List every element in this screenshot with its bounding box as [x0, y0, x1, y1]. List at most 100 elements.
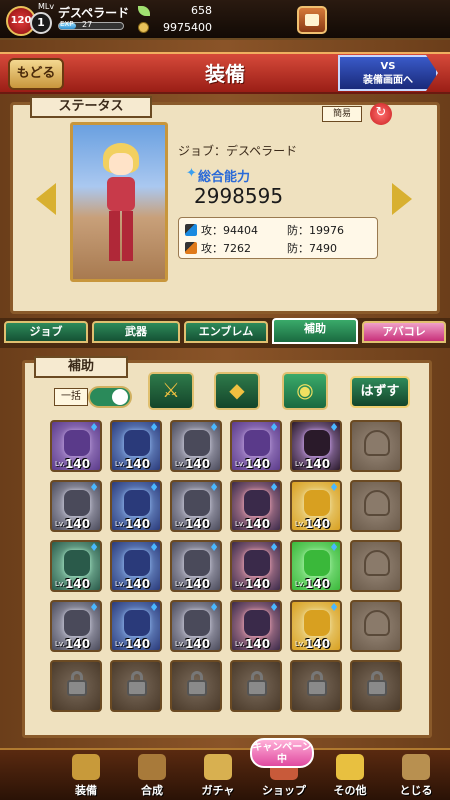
empty-helmet-slot[interactable] [350, 480, 402, 532]
equipment-slot[interactable]: ♦ Lv. 140 [50, 540, 102, 592]
prev-character-arrow-icon[interactable] [36, 183, 56, 215]
stat-box: 攻：94404 防：19976 攻：7262 防：7490 [178, 217, 378, 259]
level-tag: Lv. [295, 520, 305, 528]
equipment-slot[interactable]: ♦ Lv. 140 [290, 600, 342, 652]
campaign-badge[interactable]: キャンペーン中 [250, 738, 314, 768]
level-value: 140 [125, 517, 151, 531]
equipment-slot[interactable]: ♦ Lv. 140 [230, 480, 282, 532]
locked-slot[interactable] [170, 660, 222, 712]
level-value: 140 [65, 637, 91, 651]
equipment-slot[interactable]: ♦ Lv. 140 [230, 540, 282, 592]
tab-job[interactable]: ジョブ [4, 321, 88, 343]
equipment-icon [244, 430, 270, 456]
filter-helmet-button[interactable]: ◉ [282, 372, 328, 410]
empty-helmet-slot[interactable] [350, 420, 402, 472]
simple-toggle-button[interactable]: 簡易 [322, 106, 362, 122]
nav-equip[interactable]: 装備 [58, 748, 114, 800]
equipment-icon [64, 490, 90, 516]
level-value: 140 [245, 517, 271, 531]
nav-other[interactable]: その他 [322, 748, 378, 800]
character-face [109, 153, 133, 175]
lock-icon [307, 680, 327, 696]
level-value: 140 [185, 637, 211, 651]
equipment-slot[interactable]: ♦ Lv. 140 [170, 600, 222, 652]
sword-stat-icon [185, 224, 197, 236]
rarity-icon: ♦ [89, 481, 99, 494]
staff-stat-icon [185, 242, 197, 254]
empty-helmet-slot[interactable] [350, 600, 402, 652]
equipment-slot[interactable]: ♦ Lv. 140 [290, 540, 342, 592]
bulk-toggle[interactable] [88, 386, 132, 408]
equipment-icon [64, 610, 90, 636]
equipment-slot[interactable]: ♦ Lv. 140 [110, 420, 162, 472]
tab-support[interactable]: 補助 [272, 318, 358, 344]
equipment-slot[interactable]: ♦ Lv. 140 [50, 600, 102, 652]
equipment-icon [124, 550, 150, 576]
level-tag: Lv. [295, 460, 305, 468]
equipment-icon [184, 610, 210, 636]
level-tag: Lv. [235, 520, 245, 528]
rarity-icon: ♦ [209, 421, 219, 434]
helmet-silhouette-icon [364, 610, 390, 636]
player-name: デスペラード [58, 6, 130, 20]
equipment-slot[interactable]: ♦ Lv. 140 [170, 480, 222, 532]
sub-defense: 防：7490 [287, 242, 337, 255]
tab-avatar-collection[interactable]: アバコレ [362, 321, 446, 343]
equipment-slot[interactable]: ♦ Lv. 140 [110, 480, 162, 532]
filter-sword-button[interactable]: ⚔ [148, 372, 194, 410]
menu-book-button[interactable] [297, 6, 327, 34]
vs-button-line1: VS [380, 61, 396, 72]
level-tag: Lv. [235, 460, 245, 468]
equipment-icon [304, 610, 330, 636]
rarity-icon: ♦ [209, 481, 219, 494]
equipment-slot[interactable]: ♦ Lv. 140 [170, 420, 222, 472]
refresh-icon[interactable]: ↻ [370, 103, 392, 125]
equipment-icon [124, 610, 150, 636]
rarity-icon: ♦ [149, 421, 159, 434]
helmet-silhouette-icon [364, 490, 390, 516]
nav-label: ガチャ [201, 784, 235, 797]
remove-button[interactable]: はずす [350, 376, 410, 408]
locked-slot[interactable] [230, 660, 282, 712]
locked-slot[interactable] [110, 660, 162, 712]
level-tag: Lv. [55, 520, 65, 528]
equipment-icon [244, 490, 270, 516]
equipment-slot[interactable]: ♦ Lv. 140 [110, 600, 162, 652]
level-value: 140 [65, 517, 91, 531]
tab-weapon[interactable]: 武器 [92, 321, 180, 343]
nav-gacha[interactable]: ガチャ [190, 748, 246, 800]
locked-slot[interactable] [50, 660, 102, 712]
rarity-icon: ♦ [329, 541, 339, 554]
total-power-value: 2998595 [194, 184, 284, 208]
level-value: 140 [245, 577, 271, 591]
rarity-icon: ♦ [209, 601, 219, 614]
equipment-slot[interactable]: ♦ Lv. 140 [230, 420, 282, 472]
level-value: 140 [125, 457, 151, 471]
level-value: 140 [305, 517, 331, 531]
nav-label: ショップ [262, 784, 306, 797]
tab-emblem[interactable]: エンブレム [184, 321, 268, 343]
next-character-arrow-icon[interactable] [392, 183, 412, 215]
nav-synthesis[interactable]: 合成 [124, 748, 180, 800]
nav-close[interactable]: とじる [388, 748, 444, 800]
rarity-icon: ♦ [89, 601, 99, 614]
vs-equip-button[interactable]: VS 装備画面へ [338, 55, 438, 91]
level-value: 140 [125, 637, 151, 651]
character-portrait [70, 122, 168, 282]
rarity-icon: ♦ [269, 481, 279, 494]
sub-attack: 攻：7262 [201, 242, 251, 255]
equipment-slot[interactable]: ♦ Lv. 140 [290, 420, 342, 472]
equipment-icon [184, 430, 210, 456]
equipment-slot[interactable]: ♦ Lv. 140 [110, 540, 162, 592]
equipment-slot[interactable]: ♦ Lv. 140 [50, 420, 102, 472]
equipment-slot[interactable]: ♦ Lv. 140 [50, 480, 102, 532]
rarity-icon: ♦ [269, 541, 279, 554]
locked-slot[interactable] [350, 660, 402, 712]
equipment-slot[interactable]: ♦ Lv. 140 [170, 540, 222, 592]
filter-armor-button[interactable]: ◆ [214, 372, 260, 410]
equipment-slot[interactable]: ♦ Lv. 140 [230, 600, 282, 652]
level-tag: Lv. [175, 640, 185, 648]
locked-slot[interactable] [290, 660, 342, 712]
empty-helmet-slot[interactable] [350, 540, 402, 592]
equipment-slot[interactable]: ♦ Lv. 140 [290, 480, 342, 532]
